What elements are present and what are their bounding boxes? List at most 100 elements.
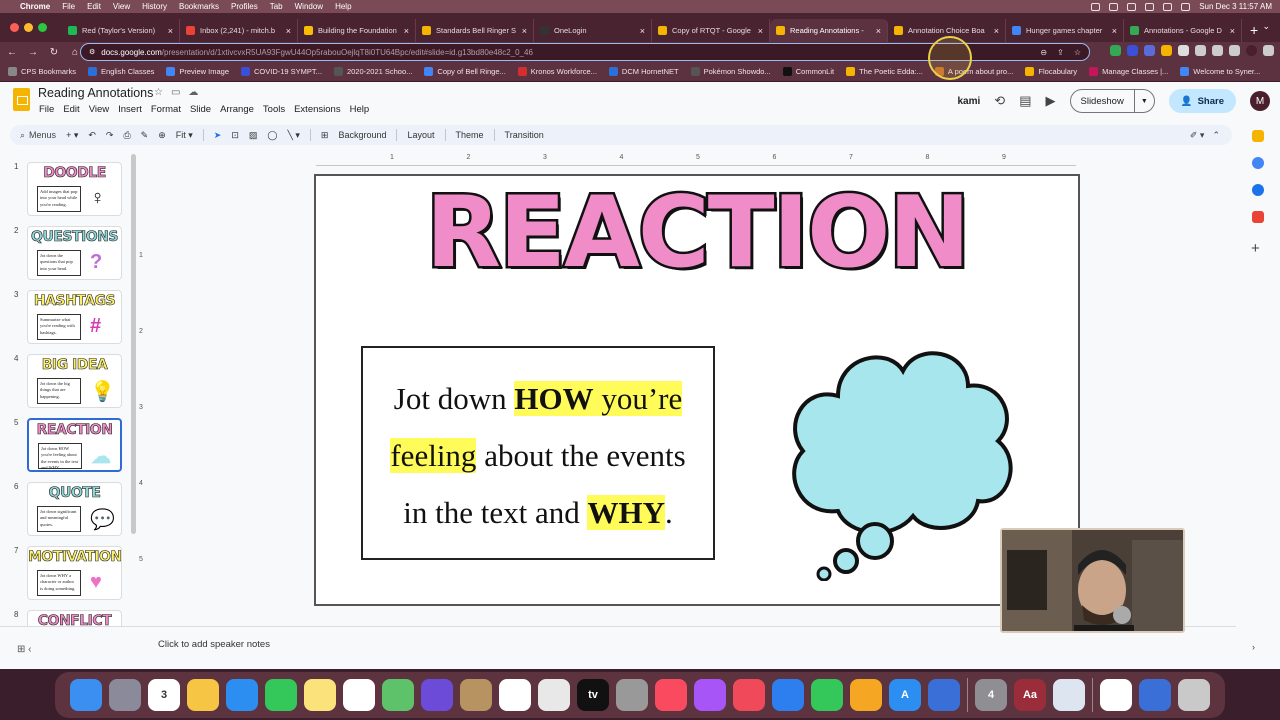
thought-bubble-image[interactable] bbox=[778, 331, 1028, 581]
menubar-history[interactable]: History bbox=[142, 2, 167, 11]
reload-button[interactable]: ↻ bbox=[48, 47, 60, 58]
podcasts-icon[interactable] bbox=[694, 679, 726, 711]
maximize-window-button[interactable] bbox=[38, 23, 47, 32]
menu-slide[interactable]: Slide bbox=[190, 104, 211, 115]
browser-tab[interactable]: OneLogin × bbox=[534, 19, 652, 42]
image-tool-icon[interactable]: ▨ bbox=[249, 130, 258, 141]
undo-icon[interactable]: ↶ bbox=[88, 130, 96, 141]
comment-add-icon[interactable]: ⊞ bbox=[321, 130, 329, 141]
bookmark-item[interactable]: English Classes bbox=[88, 67, 154, 76]
menubar-profiles[interactable]: Profiles bbox=[231, 2, 258, 11]
bookmark-item[interactable]: Welcome to Syner... bbox=[1180, 67, 1260, 76]
close-tab-icon[interactable]: × bbox=[876, 26, 881, 36]
slide-thumbnail[interactable]: BIG IDEA Jot down the big things that are… bbox=[27, 354, 122, 408]
calendar-icon[interactable]: 3 bbox=[148, 679, 180, 711]
download-icon[interactable] bbox=[1212, 45, 1223, 56]
site-info-icon[interactable]: ⚙ bbox=[89, 48, 95, 56]
system-settings-icon[interactable]: 4 bbox=[975, 679, 1007, 711]
contacts-icon[interactable] bbox=[460, 679, 492, 711]
grid-view-icon[interactable]: ⊞ ‹ bbox=[17, 644, 32, 655]
bookmark-item[interactable]: Copy of Bell Ringe... bbox=[424, 67, 506, 76]
profile-avatar[interactable] bbox=[1246, 45, 1257, 56]
comments-icon[interactable]: ▤ bbox=[1019, 93, 1031, 109]
dictionary-icon[interactable]: Aa bbox=[1014, 679, 1046, 711]
transition-button[interactable]: Transition bbox=[505, 130, 544, 140]
search-icon[interactable] bbox=[1163, 2, 1173, 11]
menubar-edit[interactable]: Edit bbox=[87, 2, 101, 11]
menu-file[interactable]: File bbox=[39, 104, 54, 115]
textbox-tool-icon[interactable]: ⊡ bbox=[231, 130, 239, 141]
share-icon[interactable]: ⇪ bbox=[1057, 48, 1064, 57]
slide-thumbnail[interactable]: CONFLICT bbox=[27, 610, 122, 626]
instruction-textbox[interactable]: Jot down HOW you’re feeling about the ev… bbox=[361, 346, 715, 560]
apple-tv-icon[interactable]: tv bbox=[577, 679, 609, 711]
menu-arrange[interactable]: Arrange bbox=[220, 104, 254, 115]
bookmark-item[interactable]: The Poetic Edda:... bbox=[846, 67, 923, 76]
bookmark-item[interactable]: CommonLit bbox=[782, 67, 834, 76]
menu-extensions[interactable]: Extensions bbox=[294, 104, 340, 115]
menubar-file[interactable]: File bbox=[62, 2, 75, 11]
menu-format[interactable]: Format bbox=[151, 104, 181, 115]
photos-icon[interactable] bbox=[187, 679, 219, 711]
app-store-icon[interactable]: A bbox=[889, 679, 921, 711]
minimize-window-button[interactable] bbox=[24, 23, 33, 32]
menubar-help[interactable]: Help bbox=[335, 2, 351, 11]
slide-title[interactable]: REACTION bbox=[316, 179, 1078, 287]
menubar-tab[interactable]: Tab bbox=[270, 2, 283, 11]
slide-thumbnail[interactable]: HASHTAGS Summarize what you're reading wi… bbox=[27, 290, 122, 344]
bookmark-item[interactable]: CPS Bookmarks bbox=[8, 67, 76, 76]
tab-search-icon[interactable]: ⌄ bbox=[1262, 21, 1270, 32]
contacts-icon[interactable] bbox=[1252, 184, 1264, 196]
share-button[interactable]: 👤 Share bbox=[1168, 89, 1236, 113]
search-menus-input[interactable]: ⌕ Menus bbox=[20, 130, 56, 141]
zoom-icon[interactable]: ⊕ bbox=[158, 130, 166, 141]
slide-thumbnail[interactable]: QUESTIONS Jot down the questions that pop… bbox=[27, 226, 122, 280]
menubar-view[interactable]: View bbox=[113, 2, 130, 11]
preview-icon[interactable] bbox=[1053, 679, 1085, 711]
control-center-icon[interactable] bbox=[1181, 2, 1191, 11]
extension-icon[interactable] bbox=[1127, 45, 1138, 56]
close-tab-icon[interactable]: × bbox=[286, 26, 291, 36]
account-avatar[interactable]: M bbox=[1250, 91, 1270, 111]
notes-icon[interactable] bbox=[304, 679, 336, 711]
select-tool-icon[interactable]: ➤ bbox=[214, 130, 222, 141]
status-icon[interactable] bbox=[1091, 2, 1101, 11]
slide-canvas[interactable]: REACTION Jot down HOW you’re feeling abo… bbox=[314, 174, 1080, 606]
menubar-window[interactable]: Window bbox=[295, 2, 323, 11]
slide-thumbnail[interactable]: DOODLE Add images that pop into your head… bbox=[27, 162, 122, 216]
expand-panel-icon[interactable]: › bbox=[1252, 642, 1255, 652]
menu-insert[interactable]: Insert bbox=[118, 104, 142, 115]
wifi-icon[interactable] bbox=[1145, 2, 1155, 11]
trash-icon[interactable] bbox=[1178, 679, 1210, 711]
close-tab-icon[interactable]: × bbox=[404, 26, 409, 36]
kami-extension-button[interactable]: kami bbox=[958, 96, 981, 107]
keep-icon[interactable] bbox=[1252, 130, 1264, 142]
music-icon[interactable] bbox=[655, 679, 687, 711]
browser-tab[interactable]: Hunger games chapter × bbox=[1006, 19, 1124, 42]
extension-icon[interactable] bbox=[1110, 45, 1121, 56]
version-history-icon[interactable]: ⟲ bbox=[994, 93, 1005, 109]
theme-button[interactable]: Theme bbox=[456, 130, 484, 140]
slide-thumbnail[interactable]: QUOTE Jot down significant and meaningful… bbox=[27, 482, 122, 536]
close-window-button[interactable] bbox=[10, 23, 19, 32]
browser-tab[interactable]: Copy of RTQT - Google × bbox=[652, 19, 770, 42]
bookmark-star-icon[interactable]: ☆ bbox=[1074, 48, 1081, 57]
add-addon-icon[interactable]: + bbox=[1251, 240, 1260, 257]
star-icon[interactable]: ☆ bbox=[154, 87, 163, 98]
layout-button[interactable]: Layout bbox=[407, 130, 434, 140]
chrome-icon[interactable] bbox=[538, 679, 570, 711]
zoom-select[interactable]: Fit ▾ bbox=[176, 130, 193, 141]
extension-icon[interactable] bbox=[1161, 45, 1172, 56]
slides-logo-icon[interactable] bbox=[13, 88, 30, 111]
pages-icon[interactable] bbox=[850, 679, 882, 711]
battery-icon[interactable] bbox=[1127, 2, 1137, 11]
pen-tool-icon[interactable]: ✐ ▾ bbox=[1190, 130, 1205, 141]
menu-edit[interactable]: Edit bbox=[63, 104, 79, 115]
status-icon[interactable] bbox=[1109, 2, 1119, 11]
bookmark-item[interactable]: COVID-19 SYMPT... bbox=[241, 67, 322, 76]
messages-icon[interactable] bbox=[265, 679, 297, 711]
extension-icon[interactable] bbox=[1178, 45, 1189, 56]
menubar-clock[interactable]: Sun Dec 3 11:57 AM bbox=[1199, 2, 1272, 11]
paint-format-icon[interactable]: ✎ bbox=[141, 130, 149, 141]
browser-tab[interactable]: Standards Bell Ringer S × bbox=[416, 19, 534, 42]
